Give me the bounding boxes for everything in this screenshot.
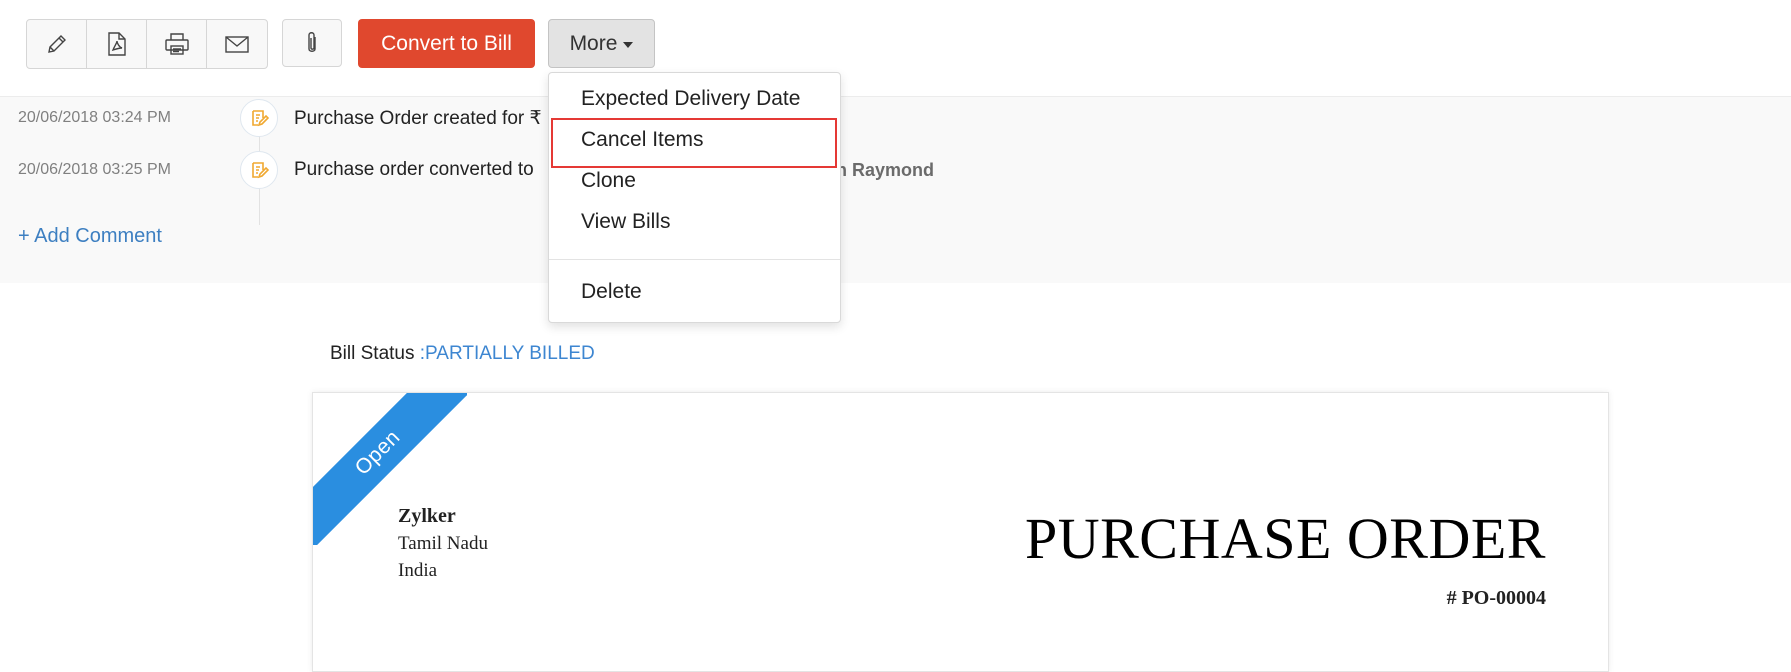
more-label: More	[569, 31, 618, 55]
history-entry: 20/06/2018 03:25 PM Purchase order conve…	[0, 149, 1791, 193]
activity-history: 20/06/2018 03:24 PM Purchase Order creat…	[0, 97, 1791, 283]
bill-status-value: :PARTIALLY BILLED	[419, 343, 595, 364]
paperclip-icon	[303, 30, 321, 56]
bill-status: Bill Status :PARTIALLY BILLED	[330, 343, 595, 365]
edit-button[interactable]	[27, 20, 87, 68]
bill-status-label: Bill Status	[330, 343, 415, 364]
pdf-icon	[106, 31, 128, 57]
menu-item-delete[interactable]: Delete	[581, 280, 642, 304]
menu-item-expected-delivery-date[interactable]: Expected Delivery Date	[581, 87, 800, 111]
menu-divider	[549, 259, 840, 260]
history-timestamp: 20/06/2018 03:25 PM	[18, 161, 172, 178]
email-button[interactable]	[207, 20, 267, 68]
convert-to-bill-button[interactable]: Convert to Bill	[358, 19, 535, 68]
pencil-icon	[45, 32, 69, 56]
caret-down-icon	[623, 42, 634, 48]
history-entry: 20/06/2018 03:24 PM Purchase Order creat…	[0, 97, 1791, 141]
attach-button[interactable]	[282, 19, 342, 67]
history-timestamp: 20/06/2018 03:24 PM	[18, 109, 172, 126]
more-button[interactable]: More	[548, 19, 655, 68]
history-user: en Raymond	[826, 160, 935, 180]
add-comment-link[interactable]: + Add Comment	[18, 225, 162, 248]
menu-item-cancel-items[interactable]: Cancel Items	[581, 128, 704, 152]
note-edit-icon	[240, 151, 278, 189]
note-edit-icon	[240, 99, 278, 137]
menu-item-clone[interactable]: Clone	[581, 169, 636, 193]
mail-icon	[224, 34, 250, 54]
history-message: Purchase Order created for ₹	[294, 108, 542, 129]
more-dropdown-menu: Expected Delivery Date Cancel Items Clon…	[548, 72, 841, 323]
document-number: # PO-00004	[1446, 587, 1546, 609]
action-button-group	[26, 19, 268, 69]
menu-item-view-bills[interactable]: View Bills	[581, 210, 670, 234]
history-message: Purchase order converted to	[294, 159, 534, 180]
organization-name: Zylker	[398, 505, 456, 527]
convert-to-bill-label: Convert to Bill	[381, 31, 512, 55]
toolbar: Convert to Bill More	[0, 0, 1791, 97]
print-button[interactable]	[147, 20, 207, 68]
organization-country: India	[398, 560, 438, 581]
organization-state: Tamil Nadu	[398, 533, 488, 554]
pdf-button[interactable]	[87, 20, 147, 68]
print-icon	[164, 32, 190, 56]
purchase-order-document: Open Zylker Tamil Nadu India PURCHASE OR…	[312, 392, 1609, 672]
document-title: PURCHASE ORDER	[1024, 506, 1546, 571]
